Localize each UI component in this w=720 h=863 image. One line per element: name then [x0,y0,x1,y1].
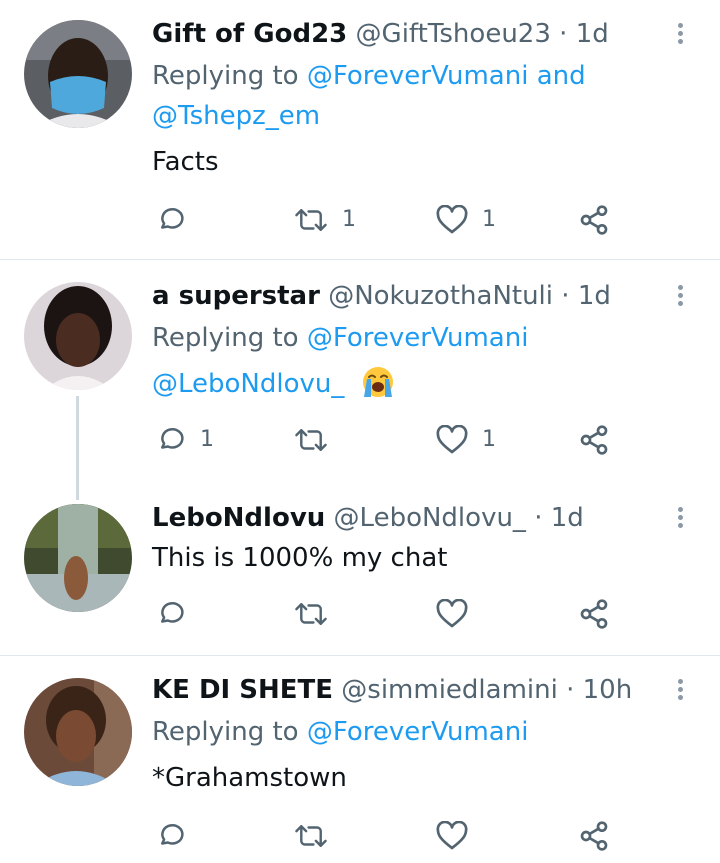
retweet-count: 1 [342,207,356,232]
tweet-ke-di-shete[interactable]: KE DI SHETE @simmiedlamini · 10h Replyin… [0,672,720,863]
heart-icon [436,205,468,234]
reply-icon [161,208,184,229]
divider [0,655,720,656]
separator: · [561,281,570,311]
heart-icon [436,599,468,628]
avatar[interactable] [24,678,132,786]
mention-link[interactable]: @Tshepz_em [152,101,320,131]
like-button[interactable]: 1 [436,200,496,240]
retweet-icon [295,429,327,451]
like-button[interactable] [436,594,468,634]
avatar[interactable] [24,282,132,390]
timestamp[interactable]: 1d [551,503,584,533]
replying-prefix: Replying to [152,61,299,91]
separator: · [534,503,543,533]
replying-to-continued: @Tshepz_em [152,96,320,136]
more-vertical-icon[interactable] [670,504,690,534]
user-handle[interactable]: @simmiedlamini [341,675,558,705]
heart-icon [436,821,468,850]
tweet-header: LeboNdlovu @LeboNdlovu_ · 1d [152,500,584,536]
more-vertical-icon[interactable] [670,20,690,50]
tweet-lebondlovu[interactable]: LeboNdlovu @LeboNdlovu_ · 1d This is 100… [0,500,720,640]
replying-prefix: Replying to [152,717,299,747]
timestamp[interactable]: 1d [576,19,609,49]
reply-button[interactable] [156,594,186,634]
display-name[interactable]: LeboNdlovu [152,503,325,533]
user-handle[interactable]: @NokuzothaNtuli [328,281,553,311]
share-button[interactable] [578,594,610,634]
retweet-icon [295,825,327,847]
tweet-text: Facts [152,147,219,177]
avatar[interactable] [24,504,132,612]
reply-button[interactable] [156,200,186,240]
display-name[interactable]: a superstar [152,281,320,311]
separator: · [559,19,568,49]
reply-icon [161,824,184,845]
display-name[interactable]: Gift of God23 [152,19,347,49]
retweet-button[interactable] [294,816,328,856]
like-count: 1 [482,427,496,452]
like-button[interactable]: 1 [436,420,496,460]
user-handle[interactable]: @GiftTshoeu23 [356,19,551,49]
retweet-icon [295,603,327,625]
share-icon [580,205,608,235]
reply-icon [161,428,184,449]
replying-to: Replying to @ForeverVumani and [152,56,586,96]
share-button[interactable] [578,200,610,240]
tweet-text: *Grahamstown [152,763,347,793]
timestamp[interactable]: 1d [578,281,611,311]
more-vertical-icon[interactable] [670,676,690,706]
text-mention-link[interactable]: @LeboNdlovu_ [152,369,344,399]
tweet-gift-of-god23[interactable]: Gift of God23 @GiftTshoeu23 · 1d Replyin… [0,16,720,244]
reply-button[interactable] [156,816,186,856]
more-vertical-icon[interactable] [670,282,690,312]
retweet-button[interactable] [294,420,328,460]
share-icon [580,821,608,851]
display-name[interactable]: KE DI SHETE [152,675,333,705]
replying-prefix: Replying to [152,323,299,353]
thread-connector [76,396,79,500]
action-bar: 1 1 [152,420,632,460]
mention-link[interactable]: @ForeverVumani [307,717,529,747]
replying-to: Replying to @ForeverVumani [152,318,528,358]
mention-joiner[interactable]: and [537,61,586,91]
reply-button[interactable]: 1 [156,420,214,460]
tweet-header: KE DI SHETE @simmiedlamini · 10h [152,672,632,708]
tweet-text: This is 1000% my chat [152,543,448,573]
tweet-a-superstar[interactable]: a superstar @NokuzothaNtuli · 1d Replyin… [0,278,720,500]
user-handle[interactable]: @LeboNdlovu_ [334,503,526,533]
replying-to: Replying to @ForeverVumani [152,712,528,752]
reply-count: 1 [200,427,214,452]
like-button[interactable] [436,816,468,856]
avatar[interactable] [24,20,132,128]
separator: · [566,675,575,705]
share-icon [580,425,608,455]
share-button[interactable] [578,420,610,460]
action-bar: 1 1 [152,200,632,240]
share-icon [580,599,608,629]
action-bar [152,816,632,856]
reply-icon [161,602,184,623]
tweet-text: @LeboNdlovu_ [152,364,395,404]
action-bar [152,594,632,634]
retweet-icon [295,209,327,231]
mention-link[interactable]: @ForeverVumani [307,61,529,91]
share-button[interactable] [578,816,610,856]
tweet-header: a superstar @NokuzothaNtuli · 1d [152,278,611,314]
loudly-crying-face-icon [362,366,393,397]
like-count: 1 [482,207,496,232]
retweet-button[interactable] [294,594,328,634]
timestamp[interactable]: 10h [583,675,633,705]
divider [0,259,720,260]
mention-link[interactable]: @ForeverVumani [307,323,529,353]
tweet-header: Gift of God23 @GiftTshoeu23 · 1d [152,16,609,52]
retweet-button[interactable]: 1 [294,200,356,240]
heart-icon [436,425,468,454]
